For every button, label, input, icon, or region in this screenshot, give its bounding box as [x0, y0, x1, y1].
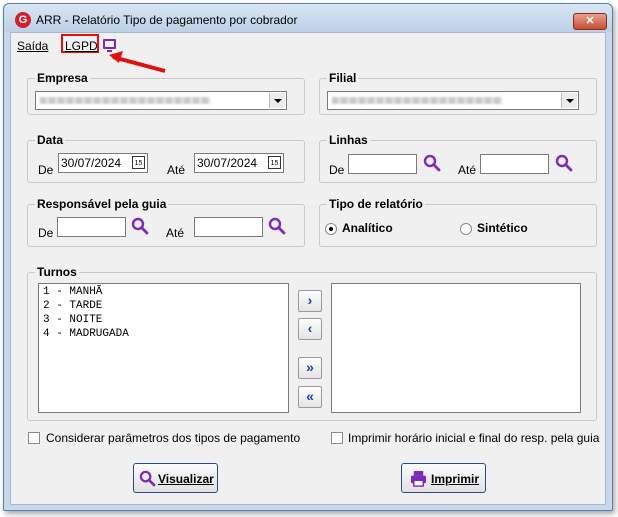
responsavel-de-input[interactable] [57, 217, 126, 237]
filial-blurred-value [332, 97, 502, 104]
list-item[interactable]: 4 - MADRUGADA [43, 328, 129, 340]
empresa-select[interactable] [35, 91, 287, 110]
radio-sintetico[interactable] [460, 223, 472, 235]
add-one-button[interactable]: › [298, 290, 322, 312]
add-all-button[interactable]: » [298, 357, 322, 379]
radio-sintetico-label[interactable]: Sintético [477, 221, 528, 235]
data-de-input[interactable]: 30/07/2024 15 [58, 153, 148, 173]
empresa-blurred-value [40, 97, 210, 104]
considerar-checkbox-label[interactable]: Considerar parâmetros dos tipos de pagam… [46, 431, 300, 445]
remove-one-button[interactable]: ‹ [298, 318, 322, 340]
title-bar[interactable]: G ARR - Relatório Tipo de pagamento por … [4, 4, 612, 32]
list-item[interactable]: 3 - NOITE [43, 314, 102, 326]
search-icon[interactable] [423, 154, 441, 172]
linhas-de-label: De [329, 163, 345, 177]
imprimir-label: Imprimir [431, 472, 480, 486]
data-ate-value: 30/07/2024 [197, 156, 258, 170]
imprimir-horario-checkbox[interactable] [331, 432, 343, 444]
calendar-icon[interactable]: 15 [268, 156, 281, 169]
linhas-legend: Linhas [329, 133, 368, 147]
search-icon[interactable] [131, 217, 149, 235]
responsavel-legend: Responsável pela guia [37, 197, 167, 211]
data-de-value: 30/07/2024 [61, 156, 122, 170]
search-icon[interactable] [555, 154, 573, 172]
report-window: G ARR - Relatório Tipo de pagamento por … [3, 3, 613, 511]
remove-all-button[interactable]: « [298, 386, 322, 408]
list-item[interactable]: 1 - MANHÃ [43, 286, 102, 298]
linhas-ate-label: Até [458, 163, 477, 177]
chevron-down-icon[interactable] [269, 93, 285, 108]
window-client-area: Saída LGPD Empresa Filial Data De 30/07/… [10, 32, 606, 505]
search-icon[interactable] [268, 217, 286, 235]
list-item[interactable]: 2 - TARDE [43, 300, 102, 312]
app-logo-icon: G [15, 12, 31, 28]
linhas-ate-input[interactable] [480, 154, 549, 174]
tipo-relatorio-legend: Tipo de relatório [329, 197, 423, 211]
turnos-legend: Turnos [37, 265, 77, 279]
menu-saida[interactable]: Saída [17, 39, 48, 53]
printer-icon [410, 470, 427, 487]
visualizar-label: Visualizar [158, 472, 214, 486]
window-title: ARR - Relatório Tipo de pagamento por co… [36, 13, 298, 27]
filial-legend: Filial [329, 71, 357, 85]
data-ate-label: Até [167, 163, 186, 177]
linhas-de-input[interactable] [348, 154, 417, 174]
close-button[interactable]: ✕ [573, 13, 607, 30]
menu-lgpd[interactable]: LGPD [65, 39, 98, 53]
empresa-legend: Empresa [37, 71, 88, 85]
imprimir-horario-checkbox-label[interactable]: Imprimir horário inicial e final do resp… [348, 431, 599, 445]
considerar-checkbox[interactable] [28, 432, 40, 444]
visualizar-button[interactable]: Visualizar [133, 463, 218, 493]
monitor-icon[interactable] [103, 39, 116, 52]
imprimir-button[interactable]: Imprimir [401, 463, 486, 493]
turnos-available-list[interactable]: 1 - MANHÃ 2 - TARDE 3 - NOITE 4 - MADRUG… [38, 283, 289, 413]
radio-analitico[interactable] [325, 223, 337, 235]
filial-select[interactable] [327, 91, 579, 110]
calendar-icon[interactable]: 15 [132, 156, 145, 169]
data-ate-input[interactable]: 30/07/2024 15 [194, 153, 284, 173]
responsavel-ate-label: Até [166, 226, 185, 240]
radio-analitico-label[interactable]: Analítico [342, 221, 393, 235]
responsavel-de-label: De [38, 226, 54, 240]
turnos-selected-list[interactable] [331, 283, 581, 413]
chevron-down-icon[interactable] [561, 93, 577, 108]
data-legend: Data [37, 133, 64, 147]
responsavel-ate-input[interactable] [194, 217, 263, 237]
data-de-label: De [38, 163, 54, 177]
search-icon [139, 470, 156, 487]
